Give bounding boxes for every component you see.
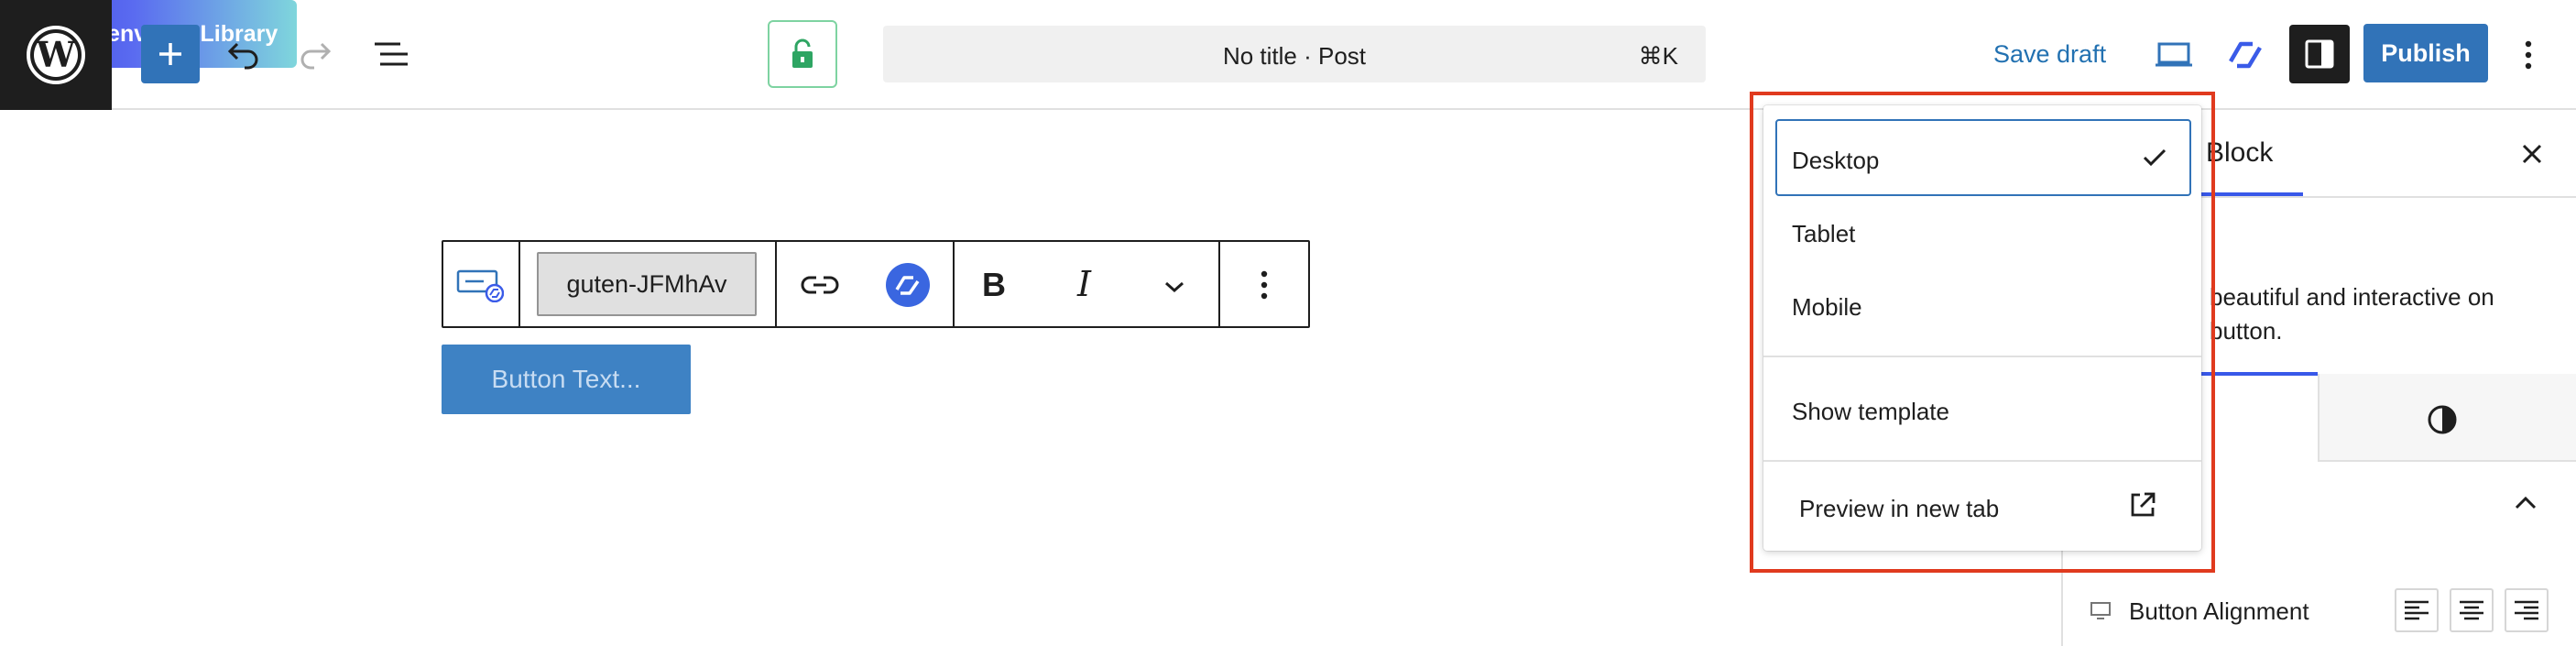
options-menu-button[interactable] xyxy=(2510,33,2547,77)
document-title: No title · Post xyxy=(1222,42,1367,70)
block-type-button[interactable] xyxy=(453,258,508,310)
link-button[interactable] xyxy=(797,266,843,304)
publish-button[interactable]: Publish xyxy=(2363,24,2488,82)
align-center-button[interactable] xyxy=(2450,588,2494,632)
preview-device-button[interactable] xyxy=(2149,35,2199,75)
add-block-button[interactable] xyxy=(141,25,200,83)
bold-button[interactable]: B xyxy=(982,266,1006,304)
command-palette-bar[interactable]: No title · Post ⌘K xyxy=(883,26,1706,82)
save-draft-button[interactable]: Save draft xyxy=(1993,40,2106,69)
shortcut-hint: ⌘K xyxy=(1638,42,1678,70)
gutenverse-circle-icon xyxy=(886,263,930,307)
toolbar-divider xyxy=(775,242,777,326)
toolbar-divider xyxy=(953,242,955,326)
toolbar-divider xyxy=(518,242,520,326)
gutenverse-block-settings-button[interactable] xyxy=(883,260,933,310)
document-overview-button[interactable] xyxy=(368,33,414,75)
highlight-annotation-box xyxy=(1750,92,2215,573)
block-description: beautiful and interactive on button. xyxy=(2210,283,2494,345)
anchor-id-chip[interactable]: guten-JFMhAv xyxy=(537,252,757,316)
align-left-icon xyxy=(2405,600,2429,620)
list-view-icon xyxy=(375,42,408,66)
more-vertical-icon xyxy=(1261,270,1268,300)
gutenverse-logo-icon xyxy=(2229,41,2262,69)
close-icon xyxy=(2522,144,2542,164)
align-left-button[interactable] xyxy=(2395,588,2439,632)
wordpress-logo-icon[interactable]: W xyxy=(0,0,112,110)
sidebar-panel-icon xyxy=(2305,39,2334,69)
undo-button[interactable] xyxy=(220,33,266,75)
undo-icon xyxy=(227,42,258,70)
redo-icon xyxy=(300,42,332,70)
italic-button[interactable]: I xyxy=(1077,264,1091,304)
plus-icon xyxy=(159,43,181,65)
link-icon xyxy=(801,276,839,294)
tab-block[interactable]: Block xyxy=(2206,137,2273,169)
collapse-panel-button[interactable] xyxy=(2510,487,2541,519)
settings-sidebar-toggle[interactable] xyxy=(2289,25,2350,83)
style-tab-button[interactable] xyxy=(2426,403,2459,436)
button-block-icon xyxy=(456,269,504,302)
chevron-down-icon xyxy=(1165,281,1184,293)
align-right-icon xyxy=(2515,600,2538,620)
unlock-icon xyxy=(792,38,813,68)
gutenverse-settings-button[interactable] xyxy=(2221,33,2270,77)
align-right-button[interactable] xyxy=(2505,588,2549,632)
svg-text:W: W xyxy=(36,34,77,75)
more-formatting-button[interactable] xyxy=(1158,273,1191,301)
laptop-icon xyxy=(2156,42,2192,67)
more-vertical-icon xyxy=(2525,40,2532,70)
toolbar-divider xyxy=(1218,242,1220,326)
unlock-button[interactable] xyxy=(768,20,837,88)
align-center-icon xyxy=(2460,600,2483,620)
contrast-icon xyxy=(2428,405,2457,434)
redo-button[interactable] xyxy=(293,33,339,75)
block-options-button[interactable] xyxy=(1248,266,1281,304)
chevron-up-icon xyxy=(2515,496,2537,509)
monitor-icon xyxy=(2090,601,2111,621)
button-alignment-label: Button Alignment xyxy=(2129,597,2309,625)
close-sidebar-button[interactable] xyxy=(2514,136,2550,172)
button-block[interactable]: Button Text... xyxy=(442,345,691,414)
